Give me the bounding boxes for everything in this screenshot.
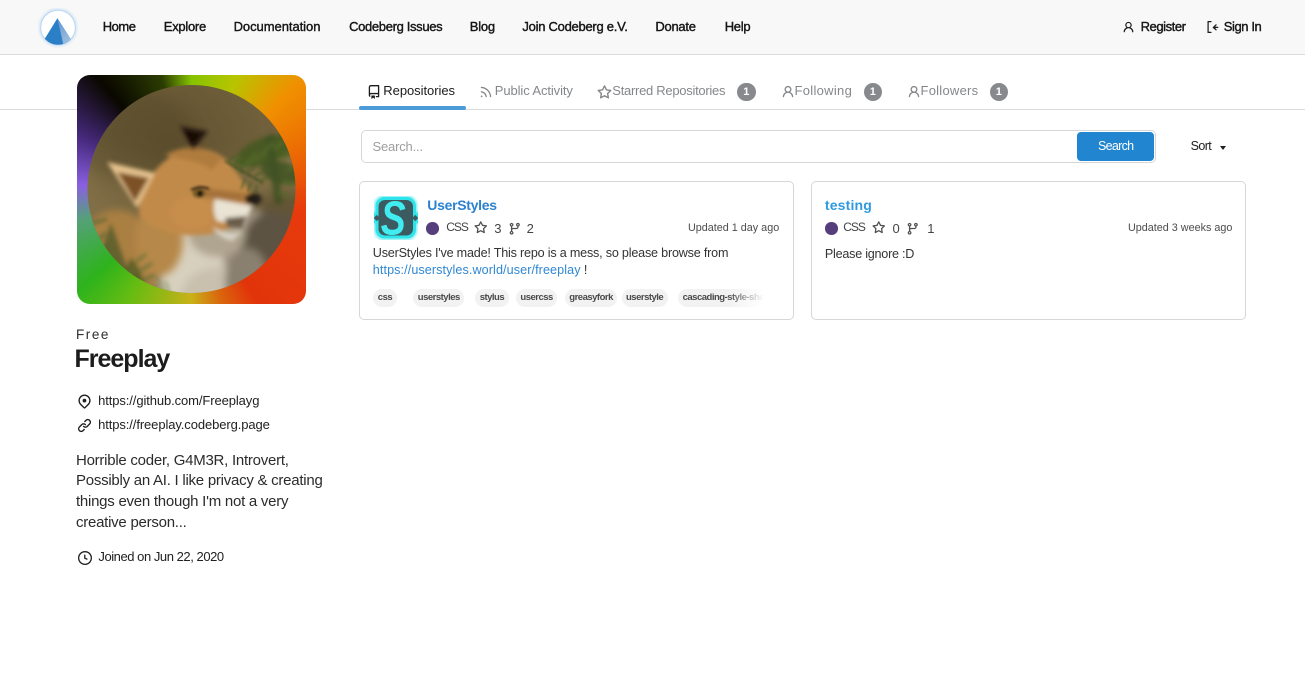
svg-text:S: S <box>381 196 406 240</box>
